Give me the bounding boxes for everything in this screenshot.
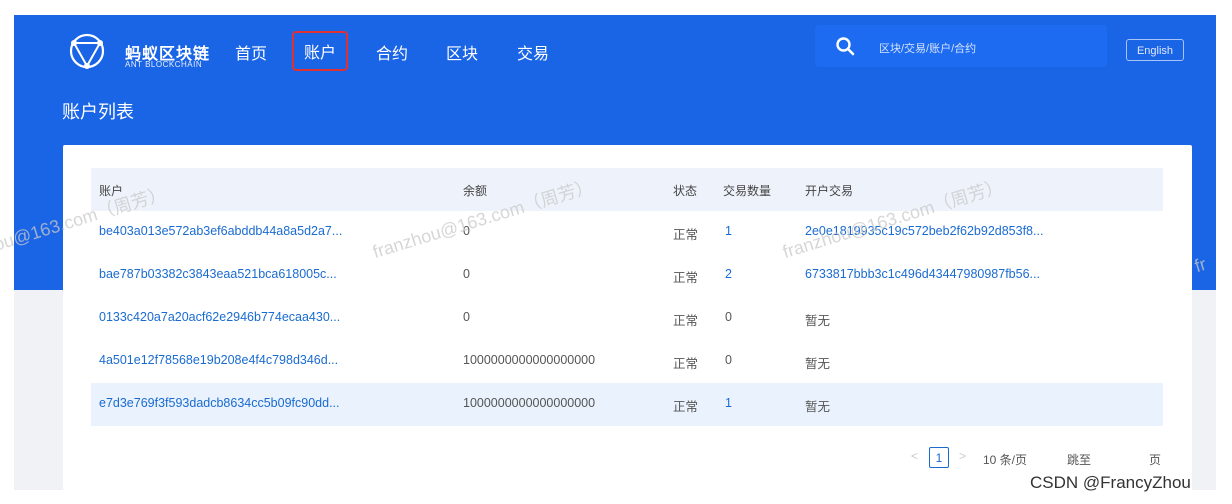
column-header-open-tx: 开户交易 [805,184,854,198]
table-row: e7d3e769f3f593dadcb8634cc5b09fc90dd... 1… [91,383,1163,426]
brand-subtitle: ANT BLOCKCHAIN [125,60,203,69]
account-link[interactable]: 0133c420a7a20acf62e2946b774ecaa430... [99,310,340,324]
balance-cell: 0 [463,267,470,281]
status-cell: 正常 [673,357,699,371]
column-header-status: 状态 [673,184,698,198]
page-size-select[interactable]: 10 条/页 [983,451,1027,468]
search-input[interactable]: 区块/交易/账户/合约 [815,25,1107,67]
balance-cell: 1000000000000000000 [463,353,596,367]
nav-accounts[interactable]: 账户 [291,31,349,71]
jump-label: 跳至 [1067,453,1092,467]
open-tx-cell: 暂无 [805,400,831,414]
account-link[interactable]: bae787b03382c3843eaa521bca618005c... [99,267,337,281]
page-title: 账户列表 [62,102,134,122]
account-link[interactable]: e7d3e769f3f593dadcb8634cc5b09fc90dd... [99,396,340,410]
table-row: be403a013e572ab3ef6abddb44a8a5d2a7... 0 … [91,211,1163,254]
prev-page-button[interactable]: < [911,449,918,463]
footer-credit: CSDN @FrancyZhou [1030,473,1191,493]
tx-count-cell: 0 [725,353,732,367]
balance-cell: 1000000000000000000 [463,396,596,410]
account-link[interactable]: be403a013e572ab3ef6abddb44a8a5d2a7... [99,224,342,238]
table-row: 0133c420a7a20acf62e2946b774ecaa430... 0 … [91,297,1163,340]
open-tx-link[interactable]: 6733817bbb3c1c496d43447980987fb56... [805,267,1040,281]
table-row: 4a501e12f78568e19b208e4f4c798d346d... 10… [91,340,1163,383]
page-suffix-label: 页 [1149,453,1162,467]
tx-count-cell: 0 [725,310,732,324]
search-icon[interactable] [835,36,855,56]
nav-contracts[interactable]: 合约 [376,40,408,64]
ant-blockchain-logo-icon[interactable] [66,30,108,72]
tx-count-link[interactable]: 1 [725,224,732,238]
column-header-tx-count: 交易数量 [723,184,772,198]
next-page-button[interactable]: > [959,449,966,463]
page-number-button[interactable]: 1 [929,447,949,468]
nav-home[interactable]: 首页 [235,40,267,64]
status-cell: 正常 [673,271,699,285]
search-placeholder: 区块/交易/账户/合约 [879,43,977,55]
tx-count-link[interactable]: 1 [725,396,732,410]
open-tx-cell: 暂无 [805,314,831,328]
nav-blocks[interactable]: 区块 [446,40,478,64]
column-header-balance: 余额 [463,184,488,198]
balance-cell: 0 [463,310,470,324]
table-row: bae787b03382c3843eaa521bca618005c... 0 正… [91,254,1163,297]
status-cell: 正常 [673,400,699,414]
account-link[interactable]: 4a501e12f78568e19b208e4f4c798d346d... [99,353,338,367]
open-tx-cell: 暂无 [805,357,831,371]
jump-page-input[interactable] [1105,446,1153,468]
status-cell: 正常 [673,314,699,328]
status-cell: 正常 [673,228,699,242]
language-button[interactable]: English [1126,39,1184,61]
accounts-card: 账户 余额 状态 交易数量 开户交易 be403a013e572ab3ef6ab… [63,145,1192,490]
nav-transactions[interactable]: 交易 [517,40,549,64]
tx-count-link[interactable]: 2 [725,267,732,281]
